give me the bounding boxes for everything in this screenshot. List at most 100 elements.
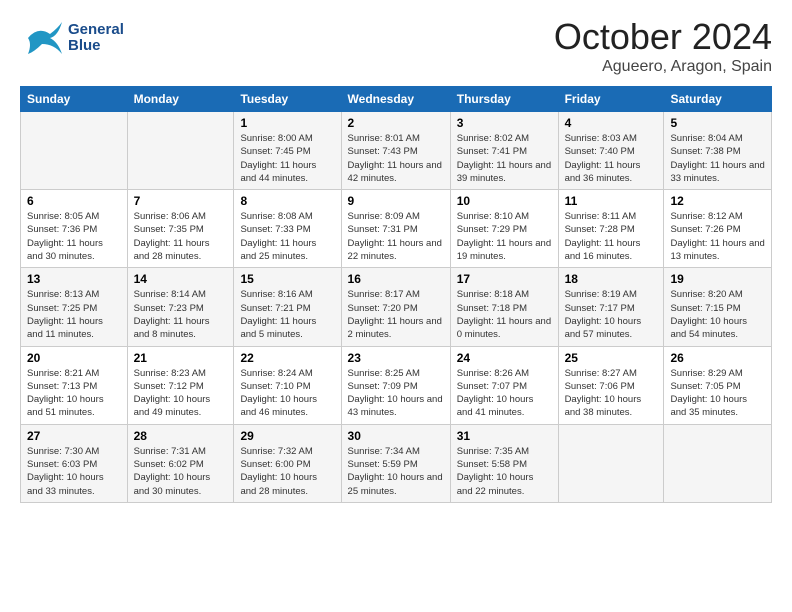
day-number: 10 bbox=[457, 194, 552, 208]
weekday-header-monday: Monday bbox=[127, 87, 234, 112]
day-info: Sunrise: 8:23 AMSunset: 7:12 PMDaylight:… bbox=[134, 367, 228, 420]
day-info: Sunrise: 7:31 AMSunset: 6:02 PMDaylight:… bbox=[134, 445, 228, 498]
calendar-cell: 24 Sunrise: 8:26 AMSunset: 7:07 PMDayligh… bbox=[450, 346, 558, 424]
day-number: 12 bbox=[670, 194, 765, 208]
day-info: Sunrise: 7:30 AMSunset: 6:03 PMDaylight:… bbox=[27, 445, 121, 498]
day-info: Sunrise: 8:01 AMSunset: 7:43 PMDaylight:… bbox=[348, 132, 444, 185]
calendar-week-row: 13Sunrise: 8:13 AMSunset: 7:25 PMDayligh… bbox=[21, 268, 772, 346]
day-number: 13 bbox=[27, 272, 121, 286]
day-info: Sunrise: 8:08 AMSunset: 7:33 PMDaylight:… bbox=[240, 210, 334, 263]
day-info: Sunrise: 8:10 AMSunset: 7:29 PMDaylight:… bbox=[457, 210, 552, 263]
day-info: Sunrise: 8:25 AMSunset: 7:09 PMDaylight:… bbox=[348, 367, 444, 420]
calendar-cell: 14Sunrise: 8:14 AMSunset: 7:23 PMDayligh… bbox=[127, 268, 234, 346]
day-info: Sunrise: 8:04 AMSunset: 7:38 PMDaylight:… bbox=[670, 132, 765, 185]
calendar-week-row: 20 Sunrise: 8:21 AMSunset: 7:13 PMDayligh… bbox=[21, 346, 772, 424]
calendar-table: SundayMondayTuesdayWednesdayThursdayFrid… bbox=[20, 86, 772, 503]
day-number: 30 bbox=[348, 429, 444, 443]
weekday-header-thursday: Thursday bbox=[450, 87, 558, 112]
day-number: 11 bbox=[565, 194, 658, 208]
logo: General Blue bbox=[20, 16, 124, 60]
day-info: Sunrise: 8:21 AMSunset: 7:13 PMDaylight:… bbox=[27, 367, 121, 420]
calendar-week-row: 6 Sunrise: 8:05 AMSunset: 7:36 PMDaylight… bbox=[21, 190, 772, 268]
day-number: 22 bbox=[240, 351, 334, 365]
day-info: Sunrise: 8:02 AMSunset: 7:41 PMDaylight:… bbox=[457, 132, 552, 185]
calendar-cell: 5 Sunrise: 8:04 AMSunset: 7:38 PMDaylight… bbox=[664, 112, 772, 190]
calendar-cell: 19 Sunrise: 8:20 AMSunset: 7:15 PMDayligh… bbox=[664, 268, 772, 346]
day-info: Sunrise: 8:00 AMSunset: 7:45 PMDaylight:… bbox=[240, 132, 334, 185]
logo-container: General Blue bbox=[20, 16, 124, 60]
day-number: 6 bbox=[27, 194, 121, 208]
location: Agueero, Aragon, Spain bbox=[554, 58, 772, 76]
day-number: 8 bbox=[240, 194, 334, 208]
day-number: 2 bbox=[348, 116, 444, 130]
calendar-cell: 15Sunrise: 8:16 AMSunset: 7:21 PMDayligh… bbox=[234, 268, 341, 346]
day-number: 4 bbox=[565, 116, 658, 130]
weekday-header-saturday: Saturday bbox=[664, 87, 772, 112]
day-number: 31 bbox=[457, 429, 552, 443]
day-info: Sunrise: 8:03 AMSunset: 7:40 PMDaylight:… bbox=[565, 132, 658, 185]
day-info: Sunrise: 8:20 AMSunset: 7:15 PMDaylight:… bbox=[670, 288, 765, 341]
day-info: Sunrise: 7:35 AMSunset: 5:58 PMDaylight:… bbox=[457, 445, 552, 498]
logo-bird-icon bbox=[20, 16, 64, 60]
day-number: 25 bbox=[565, 351, 658, 365]
calendar-cell: 4 Sunrise: 8:03 AMSunset: 7:40 PMDaylight… bbox=[558, 112, 664, 190]
calendar-week-row: 27 Sunrise: 7:30 AMSunset: 6:03 PMDayligh… bbox=[21, 424, 772, 502]
day-number: 23 bbox=[348, 351, 444, 365]
day-number: 26 bbox=[670, 351, 765, 365]
calendar-cell bbox=[127, 112, 234, 190]
calendar-cell: 28 Sunrise: 7:31 AMSunset: 6:02 PMDayligh… bbox=[127, 424, 234, 502]
calendar-cell bbox=[664, 424, 772, 502]
day-number: 29 bbox=[240, 429, 334, 443]
calendar-cell: 20 Sunrise: 8:21 AMSunset: 7:13 PMDayligh… bbox=[21, 346, 128, 424]
month-title: October 2024 bbox=[554, 16, 772, 58]
day-info: Sunrise: 8:26 AMSunset: 7:07 PMDaylight:… bbox=[457, 367, 552, 420]
calendar-cell: 12Sunrise: 8:12 AMSunset: 7:26 PMDayligh… bbox=[664, 190, 772, 268]
day-number: 3 bbox=[457, 116, 552, 130]
calendar-cell bbox=[21, 112, 128, 190]
calendar-cell: 29 Sunrise: 7:32 AMSunset: 6:00 PMDayligh… bbox=[234, 424, 341, 502]
day-number: 9 bbox=[348, 194, 444, 208]
day-number: 20 bbox=[27, 351, 121, 365]
calendar-week-row: 1Sunrise: 8:00 AMSunset: 7:45 PMDaylight… bbox=[21, 112, 772, 190]
day-info: Sunrise: 8:09 AMSunset: 7:31 PMDaylight:… bbox=[348, 210, 444, 263]
calendar-cell: 30Sunrise: 7:34 AMSunset: 5:59 PMDayligh… bbox=[341, 424, 450, 502]
calendar-cell: 3 Sunrise: 8:02 AMSunset: 7:41 PMDaylight… bbox=[450, 112, 558, 190]
calendar-cell: 7 Sunrise: 8:06 AMSunset: 7:35 PMDaylight… bbox=[127, 190, 234, 268]
day-info: Sunrise: 8:29 AMSunset: 7:05 PMDaylight:… bbox=[670, 367, 765, 420]
calendar-cell: 16Sunrise: 8:17 AMSunset: 7:20 PMDayligh… bbox=[341, 268, 450, 346]
day-info: Sunrise: 8:06 AMSunset: 7:35 PMDaylight:… bbox=[134, 210, 228, 263]
day-number: 28 bbox=[134, 429, 228, 443]
day-number: 24 bbox=[457, 351, 552, 365]
day-number: 5 bbox=[670, 116, 765, 130]
day-number: 18 bbox=[565, 272, 658, 286]
calendar-cell: 17 Sunrise: 8:18 AMSunset: 7:18 PMDayligh… bbox=[450, 268, 558, 346]
weekday-header-wednesday: Wednesday bbox=[341, 87, 450, 112]
day-number: 17 bbox=[457, 272, 552, 286]
weekday-header-tuesday: Tuesday bbox=[234, 87, 341, 112]
day-info: Sunrise: 8:17 AMSunset: 7:20 PMDaylight:… bbox=[348, 288, 444, 341]
calendar-cell: 27 Sunrise: 7:30 AMSunset: 6:03 PMDayligh… bbox=[21, 424, 128, 502]
logo-line1: General bbox=[68, 22, 124, 39]
calendar-cell: 11 Sunrise: 8:11 AMSunset: 7:28 PMDayligh… bbox=[558, 190, 664, 268]
day-number: 7 bbox=[134, 194, 228, 208]
day-info: Sunrise: 8:19 AMSunset: 7:17 PMDaylight:… bbox=[565, 288, 658, 341]
logo-line2: Blue bbox=[68, 38, 124, 55]
day-number: 14 bbox=[134, 272, 228, 286]
calendar-cell: 9 Sunrise: 8:09 AMSunset: 7:31 PMDaylight… bbox=[341, 190, 450, 268]
calendar-cell: 21 Sunrise: 8:23 AMSunset: 7:12 PMDayligh… bbox=[127, 346, 234, 424]
calendar-cell: 2 Sunrise: 8:01 AMSunset: 7:43 PMDaylight… bbox=[341, 112, 450, 190]
day-info: Sunrise: 8:11 AMSunset: 7:28 PMDaylight:… bbox=[565, 210, 658, 263]
day-info: Sunrise: 8:18 AMSunset: 7:18 PMDaylight:… bbox=[457, 288, 552, 341]
calendar-cell: 1Sunrise: 8:00 AMSunset: 7:45 PMDaylight… bbox=[234, 112, 341, 190]
calendar-cell: 6 Sunrise: 8:05 AMSunset: 7:36 PMDaylight… bbox=[21, 190, 128, 268]
calendar-cell: 18 Sunrise: 8:19 AMSunset: 7:17 PMDayligh… bbox=[558, 268, 664, 346]
calendar-cell: 13Sunrise: 8:13 AMSunset: 7:25 PMDayligh… bbox=[21, 268, 128, 346]
calendar-cell: 8 Sunrise: 8:08 AMSunset: 7:33 PMDaylight… bbox=[234, 190, 341, 268]
calendar-cell bbox=[558, 424, 664, 502]
day-number: 27 bbox=[27, 429, 121, 443]
day-info: Sunrise: 8:24 AMSunset: 7:10 PMDaylight:… bbox=[240, 367, 334, 420]
day-number: 19 bbox=[670, 272, 765, 286]
day-number: 21 bbox=[134, 351, 228, 365]
day-info: Sunrise: 7:32 AMSunset: 6:00 PMDaylight:… bbox=[240, 445, 334, 498]
day-info: Sunrise: 8:05 AMSunset: 7:36 PMDaylight:… bbox=[27, 210, 121, 263]
